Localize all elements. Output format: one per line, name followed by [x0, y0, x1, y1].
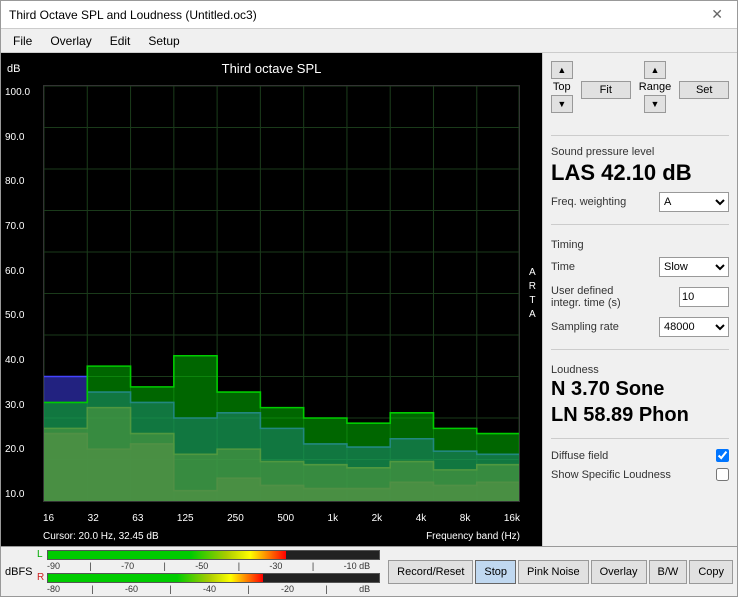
- menu-overlay[interactable]: Overlay: [42, 32, 99, 50]
- main-content: Third octave SPL 100.0 90.0 80.0 70.0 60…: [1, 53, 737, 546]
- range-up-arrow[interactable]: ▲: [644, 61, 666, 79]
- db-label: dB: [7, 63, 20, 75]
- pink-noise-button[interactable]: Pink Noise: [518, 560, 589, 584]
- divider-1: [551, 135, 729, 136]
- show-specific-checkbox[interactable]: [716, 468, 729, 481]
- time-row: Time Fast Slow Impulse: [551, 257, 729, 277]
- user-defined-row: User definedintegr. time (s): [551, 285, 729, 309]
- fit-control-group: Fit: [581, 61, 631, 119]
- time-select[interactable]: Fast Slow Impulse: [659, 257, 729, 277]
- loudness-n-value: N 3.70 Sone: [551, 376, 729, 402]
- right-meter-row: R: [37, 572, 380, 583]
- sampling-rate-row: Sampling rate 44100 48000 96000: [551, 317, 729, 337]
- left-channel-label: L: [37, 549, 45, 560]
- cursor-info: Cursor: 20.0 Hz, 32.45 dB: [43, 531, 159, 542]
- set-control-group: Set: [679, 61, 729, 119]
- user-defined-label: User definedintegr. time (s): [551, 285, 621, 309]
- chart-area: Third octave SPL 100.0 90.0 80.0 70.0 60…: [1, 53, 542, 546]
- top-control-group: ▲ Top ▼: [551, 61, 573, 119]
- right-channel-label: R: [37, 572, 45, 583]
- set-button[interactable]: Set: [679, 81, 729, 99]
- left-meter-row: L: [37, 549, 380, 560]
- y-label-90: 90.0: [5, 132, 43, 143]
- chart-svg: [44, 86, 519, 501]
- right-panel: ▲ Top ▼ Fit ▲ Range ▼ Set: [542, 53, 737, 546]
- menu-setup[interactable]: Setup: [140, 32, 187, 50]
- spl-section-label: Sound pressure level: [551, 146, 729, 158]
- arta-label: A R T A: [529, 85, 536, 502]
- title-bar: Third Octave SPL and Loudness (Untitled.…: [1, 1, 737, 29]
- close-button[interactable]: ✕: [705, 4, 729, 25]
- menu-bar: File Overlay Edit Setup: [1, 29, 737, 53]
- loudness-section: Loudness N 3.70 Sone LN 58.89 Phon: [551, 360, 729, 428]
- diffuse-field-label: Diffuse field: [551, 450, 608, 462]
- range-down-arrow[interactable]: ▼: [644, 95, 666, 113]
- left-meter-bar: [48, 551, 286, 559]
- right-ticks: -80 | -60 | -40 | -20 | dB: [37, 584, 380, 594]
- record-reset-button[interactable]: Record/Reset: [388, 560, 473, 584]
- freq-weighting-label: Freq. weighting: [551, 196, 626, 208]
- right-meter-bar: [48, 574, 263, 582]
- y-label-60: 60.0: [5, 266, 43, 277]
- loudness-section-label: Loudness: [551, 364, 729, 376]
- menu-edit[interactable]: Edit: [102, 32, 139, 50]
- timing-label: Timing: [551, 239, 729, 251]
- y-label-10: 10.0: [5, 489, 43, 500]
- bottom-bar: dBFS L -90 | -70 | -50 | -30: [1, 546, 737, 596]
- y-label-40: 40.0: [5, 355, 43, 366]
- nav-controls: ▲ Top ▼ Fit ▲ Range ▼ Set: [551, 61, 729, 119]
- top-up-arrow[interactable]: ▲: [551, 61, 573, 79]
- freq-weighting-row: Freq. weighting A B C Z: [551, 192, 729, 212]
- sampling-rate-select[interactable]: 44100 48000 96000: [659, 317, 729, 337]
- y-label-30: 30.0: [5, 400, 43, 411]
- copy-button[interactable]: Copy: [689, 560, 733, 584]
- y-label-50: 50.0: [5, 310, 43, 321]
- left-meter-bar-container: [47, 550, 380, 560]
- sampling-rate-label: Sampling rate: [551, 321, 619, 333]
- chart-bottom-info: Cursor: 20.0 Hz, 32.45 dB Frequency band…: [43, 531, 520, 542]
- freq-weighting-select[interactable]: A B C Z: [659, 192, 729, 212]
- user-defined-input[interactable]: [679, 287, 729, 307]
- action-buttons: Record/Reset Stop Pink Noise Overlay B/W…: [388, 560, 733, 584]
- spl-section: Sound pressure level LAS 42.10 dB: [551, 146, 729, 186]
- x-axis-labels: 16 32 63 125 250 500 1k 2k 4k 8k 16k: [43, 513, 520, 524]
- range-label: Range: [639, 81, 671, 93]
- top-label: Top: [553, 81, 571, 93]
- range-control-group: ▲ Range ▼: [639, 61, 671, 119]
- y-label-20: 20.0: [5, 444, 43, 455]
- chart-title: Third octave SPL: [222, 61, 322, 76]
- fit-button[interactable]: Fit: [581, 81, 631, 99]
- divider-2: [551, 224, 729, 225]
- right-meter-bar-container: [47, 573, 380, 583]
- show-specific-row: Show Specific Loudness: [551, 468, 729, 481]
- stop-button[interactable]: Stop: [475, 560, 516, 584]
- main-window: Third Octave SPL and Loudness (Untitled.…: [0, 0, 738, 597]
- freq-band-label: Frequency band (Hz): [426, 531, 520, 542]
- dbfs-section: dBFS L -90 | -70 | -50 | -30: [1, 547, 737, 596]
- diffuse-field-row: Diffuse field: [551, 449, 729, 462]
- y-label-70: 70.0: [5, 221, 43, 232]
- top-down-arrow[interactable]: ▼: [551, 95, 573, 113]
- loudness-ln-value: LN 58.89 Phon: [551, 402, 729, 428]
- window-title: Third Octave SPL and Loudness (Untitled.…: [9, 8, 257, 22]
- overlay-button[interactable]: Overlay: [591, 560, 647, 584]
- y-label-100: 100.0: [5, 87, 43, 98]
- time-label: Time: [551, 261, 575, 273]
- divider-4: [551, 438, 729, 439]
- divider-3: [551, 349, 729, 350]
- dbfs-label: dBFS: [5, 566, 37, 578]
- spl-value: LAS 42.10 dB: [551, 160, 729, 186]
- y-label-80: 80.0: [5, 176, 43, 187]
- menu-file[interactable]: File: [5, 32, 40, 50]
- diffuse-field-checkbox[interactable]: [716, 449, 729, 462]
- bw-button[interactable]: B/W: [649, 560, 688, 584]
- meter-container: L -90 | -70 | -50 | -30 | -10 dB: [37, 549, 380, 594]
- show-specific-label: Show Specific Loudness: [551, 469, 671, 481]
- left-ticks: -90 | -70 | -50 | -30 | -10 dB: [37, 561, 380, 571]
